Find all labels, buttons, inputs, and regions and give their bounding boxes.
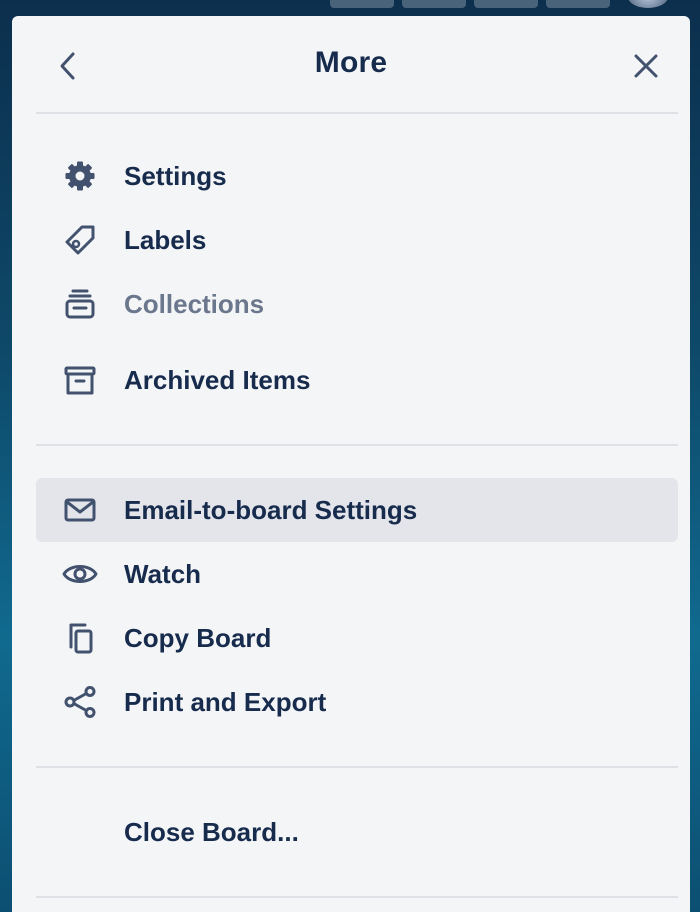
menu-item-label: Copy Board: [124, 622, 272, 653]
menu-item-label: Close Board...: [124, 816, 299, 847]
board-header-button[interactable]: [330, 0, 394, 8]
menu-item-label: Archived Items: [124, 364, 311, 395]
menu-item-copy-board[interactable]: Copy Board: [36, 606, 678, 670]
close-icon: [632, 52, 660, 80]
copy-icon: [60, 618, 100, 658]
eye-icon: [60, 554, 100, 594]
divider: [36, 896, 678, 898]
menu-item-collections[interactable]: Collections: [36, 272, 678, 336]
collections-icon: [60, 284, 100, 324]
menu-item-watch[interactable]: Watch: [36, 542, 678, 606]
board-header-button[interactable]: [474, 0, 538, 8]
board-header-button[interactable]: [402, 0, 466, 8]
gear-icon: [60, 156, 100, 196]
panel-header: More: [12, 16, 690, 114]
menu-item-settings[interactable]: Settings: [36, 144, 678, 208]
menu-item-close-board[interactable]: Close Board...: [36, 800, 678, 864]
email-icon: [60, 490, 100, 530]
more-menu-panel: More Settings Labels Collections Archive…: [12, 16, 690, 912]
board-header-button[interactable]: [546, 0, 610, 8]
menu-item-labels[interactable]: Labels: [36, 208, 678, 272]
menu-item-label: Labels: [124, 224, 207, 255]
menu-item-label: Collections: [124, 288, 265, 319]
page-title: More: [314, 46, 388, 79]
share-icon: [60, 682, 100, 722]
close-button[interactable]: [628, 48, 664, 84]
divider: [36, 766, 678, 768]
menu-item-print-and-export[interactable]: Print and Export: [36, 670, 678, 734]
tag-icon: [60, 220, 100, 260]
avatar[interactable]: [628, 0, 668, 8]
menu-item-label: Print and Export: [124, 686, 327, 717]
menu-item-label: Settings: [124, 160, 227, 191]
menu-item-email-to-board-settings[interactable]: Email-to-board Settings: [36, 478, 678, 542]
menu-item-archived-items[interactable]: Archived Items: [36, 348, 678, 412]
divider: [36, 112, 678, 114]
archive-icon: [60, 360, 100, 400]
menu-item-label: Watch: [124, 558, 202, 589]
menu-item-label: Email-to-board Settings: [124, 494, 418, 525]
divider: [36, 444, 678, 446]
